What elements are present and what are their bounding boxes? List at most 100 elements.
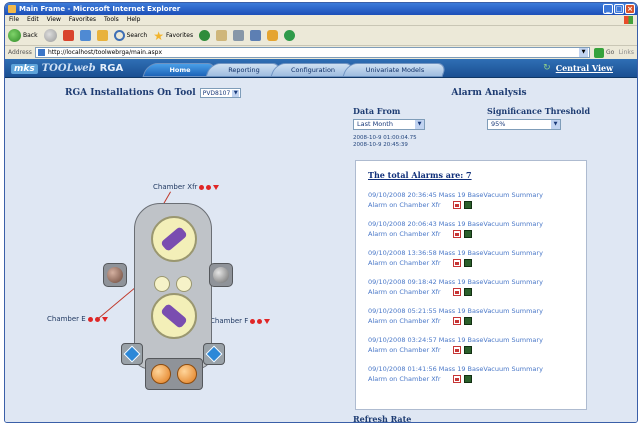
buffer-slot-left — [154, 276, 170, 292]
home-icon[interactable] — [96, 30, 108, 41]
list-item[interactable]: 09/10/2008 13:36:58 Mass 19 BaseVacuum S… — [368, 248, 582, 268]
side-port-right[interactable] — [209, 263, 233, 287]
menu-help[interactable]: Help — [127, 15, 141, 25]
menu-view[interactable]: View — [47, 15, 61, 25]
data-file-icon[interactable] — [463, 259, 472, 267]
list-item[interactable]: 09/10/2008 05:21:55 Mass 19 BaseVacuum S… — [368, 306, 582, 326]
alarm-item-line1: 09/10/2008 09:18:42 Mass 19 BaseVacuum S… — [368, 278, 543, 286]
load-port-b[interactable] — [177, 364, 197, 384]
edit-icon[interactable] — [250, 30, 262, 41]
data-file-icon[interactable] — [463, 317, 472, 325]
alarm-dot-icon — [199, 184, 205, 190]
search-label: Search — [126, 32, 148, 39]
go-button[interactable]: Go — [594, 47, 614, 59]
msn-icon[interactable] — [267, 30, 279, 41]
chamber-f-label-group[interactable]: Chamber F — [210, 317, 271, 325]
alarm-triangle-icon — [101, 316, 108, 322]
chamber-diagram: Chamber Xfr Chamber E Chamber F — [25, 78, 295, 422]
alarm-item-line1: 09/10/2008 20:06:43 Mass 19 BaseVacuum S… — [368, 220, 543, 228]
mks-logo: mks — [11, 63, 38, 74]
address-dropdown-icon[interactable]: ▼ — [579, 48, 588, 57]
mail-icon[interactable] — [216, 30, 228, 41]
alarm-dot-icon — [250, 318, 256, 324]
menu-tools[interactable]: Tools — [104, 15, 119, 25]
data-file-icon[interactable] — [463, 288, 472, 296]
central-view-label[interactable]: Central View — [556, 63, 613, 73]
chamber-e-label: Chamber E — [47, 315, 86, 323]
significance-select[interactable]: 95% ▼ — [487, 119, 561, 130]
back-arrow-icon — [8, 29, 21, 42]
chamber-e-icon — [123, 345, 141, 363]
range-start: 2008-10-9 01:00:04.75 — [353, 135, 417, 141]
menu-favorites[interactable]: Favorites — [69, 15, 96, 25]
chamber-lower[interactable] — [151, 293, 197, 339]
address-url: http://localhost/toolwebrga/main.aspx — [48, 49, 163, 56]
forward-arrow-icon — [43, 29, 57, 42]
maximize-button[interactable]: □ — [614, 4, 624, 14]
alarm-item-line2: Alarm on Chamber Xfr — [368, 259, 441, 267]
main-content: RGA Installations On Tool PVD8107 ▼ Cham… — [5, 78, 637, 422]
list-item[interactable]: 09/10/2008 20:36:45 Mass 19 BaseVacuum S… — [368, 190, 582, 210]
tab-reporting-label: Reporting — [228, 66, 260, 74]
tab-home-label: Home — [169, 66, 191, 74]
pdf-report-icon[interactable] — [452, 317, 461, 325]
list-item[interactable]: 09/10/2008 09:18:42 Mass 19 BaseVacuum S… — [368, 277, 582, 297]
side-port-left[interactable] — [103, 263, 127, 287]
minimize-button[interactable]: _ — [603, 4, 613, 14]
pdf-report-icon[interactable] — [452, 230, 461, 238]
messenger-icon[interactable] — [284, 30, 296, 41]
search-button[interactable]: Search — [113, 28, 148, 44]
chamber-f-icon — [205, 345, 223, 363]
address-input[interactable]: http://localhost/toolwebrga/main.aspx ▼ — [35, 47, 590, 58]
alarm-analysis-panel: Alarm Analysis Data From Significance Th… — [347, 78, 631, 422]
load-port-a[interactable] — [151, 364, 171, 384]
list-item[interactable]: 09/10/2008 01:41:56 Mass 19 BaseVacuum S… — [368, 364, 582, 384]
chamber-xfr-label-group[interactable]: Chamber Xfr — [153, 183, 220, 191]
window-controls: _ □ × — [603, 4, 635, 14]
data-from-arrow-icon: ▼ — [415, 120, 424, 129]
buffer-slot-right — [176, 276, 192, 292]
media-icon[interactable] — [199, 30, 211, 41]
forward-button[interactable] — [43, 28, 57, 44]
data-file-icon[interactable] — [463, 201, 472, 209]
significance-threshold-label: Significance Threshold — [487, 106, 591, 116]
list-item[interactable]: 09/10/2008 20:06:43 Mass 19 BaseVacuum S… — [368, 219, 582, 239]
browser-window: Main Frame - Microsoft Internet Explorer… — [4, 2, 638, 423]
back-label: Back — [23, 32, 38, 39]
alarm-dot-icon — [206, 184, 212, 190]
pdf-report-icon[interactable] — [452, 346, 461, 354]
tab-univariate-models[interactable]: Univariate Models — [342, 63, 448, 77]
chamber-xfr[interactable] — [151, 216, 197, 262]
data-from-select[interactable]: Last Month ▼ — [353, 119, 425, 130]
search-icon — [113, 30, 125, 41]
back-button[interactable]: Back — [8, 28, 38, 44]
favorites-button[interactable]: ★ Favorites — [153, 28, 193, 44]
pdf-report-icon[interactable] — [452, 201, 461, 209]
windows-logo-icon — [624, 16, 633, 24]
alarm-item-line1: 09/10/2008 03:24:57 Mass 19 BaseVacuum S… — [368, 336, 543, 344]
go-arrow-icon — [594, 48, 604, 58]
pdf-report-icon[interactable] — [452, 288, 461, 296]
data-file-icon[interactable] — [463, 346, 472, 354]
close-button[interactable]: × — [625, 4, 635, 14]
tab-configuration-label: Configuration — [290, 66, 336, 74]
central-view-link[interactable]: ↻ Central View — [543, 63, 613, 73]
data-from-label: Data From — [353, 106, 401, 116]
chamber-e[interactable] — [121, 343, 143, 365]
pdf-report-icon[interactable] — [452, 259, 461, 267]
refresh-icon[interactable] — [79, 30, 91, 41]
chamber-f[interactable] — [203, 343, 225, 365]
data-file-icon[interactable] — [463, 375, 472, 383]
list-item[interactable]: 09/10/2008 03:24:57 Mass 19 BaseVacuum S… — [368, 335, 582, 355]
address-label: Address — [8, 49, 32, 56]
menu-file[interactable]: File — [9, 15, 19, 25]
page-icon — [38, 49, 45, 56]
robot-arm-icon — [160, 226, 188, 252]
stop-icon[interactable] — [62, 30, 74, 41]
pdf-report-icon[interactable] — [452, 375, 461, 383]
print-icon[interactable] — [233, 30, 245, 41]
menu-edit[interactable]: Edit — [27, 15, 39, 25]
data-file-icon[interactable] — [463, 230, 472, 238]
alarm-total[interactable]: The total Alarms are: 7 — [368, 170, 472, 180]
links-button[interactable]: Links — [619, 47, 634, 59]
